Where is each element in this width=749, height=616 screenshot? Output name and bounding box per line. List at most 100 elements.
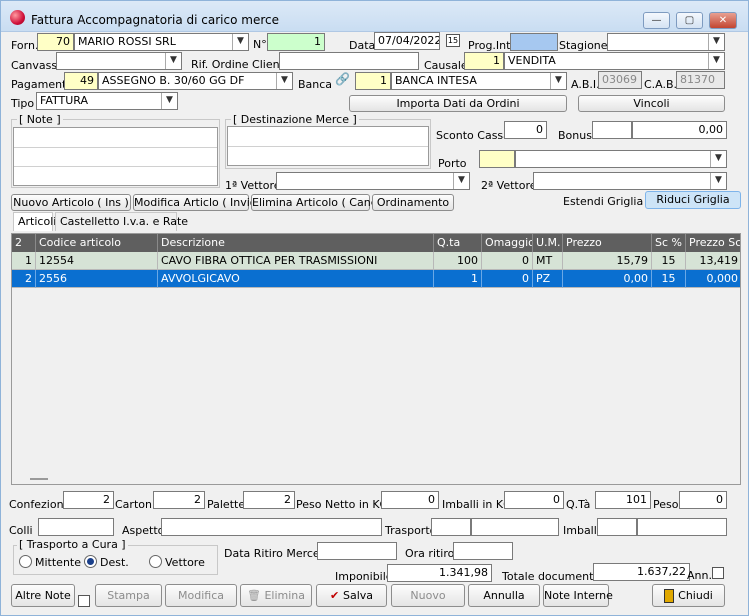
grid-header-cell[interactable]: Prezzo — [563, 234, 652, 252]
date-field[interactable]: 07/04/2022 — [374, 32, 440, 50]
modifica-articolo-button[interactable]: Modifica Articlo ( Invio ) — [133, 194, 264, 211]
vettore2-select[interactable]: ▼ — [533, 172, 727, 190]
grid-header-cell[interactable]: U.M. — [533, 234, 563, 252]
canvass-select[interactable]: ▼ — [56, 52, 182, 70]
mittente-radio[interactable] — [19, 555, 32, 568]
imballi-field[interactable]: 0 — [504, 491, 564, 509]
grid-header-cell[interactable]: Omaggio — [482, 234, 533, 252]
forn-name-select[interactable]: MARIO ROSSI SRL ▼ — [74, 33, 249, 51]
chevron-down-icon[interactable]: ▼ — [232, 34, 248, 50]
data-ritiro-field[interactable] — [317, 542, 397, 560]
banca-code-field[interactable]: 1 — [355, 72, 391, 90]
ora-ritiro-field[interactable] — [453, 542, 513, 560]
ordinamento-button[interactable]: Ordinamento — [372, 194, 454, 211]
table-row[interactable]: 1 12554 CAVO FIBRA OTTICA PER TRASMISSIO… — [12, 252, 740, 270]
peso-netto-label: Peso Netto in KG — [296, 498, 389, 511]
cartoni-field[interactable]: 2 — [153, 491, 205, 509]
elimina-button-label: Elimina — [264, 589, 305, 602]
grid-header-cell[interactable]: Codice articolo — [36, 234, 158, 252]
grid-header-cell[interactable]: 2 — [12, 234, 36, 252]
abi-label: A.B.I. — [571, 78, 600, 91]
chevron-down-icon[interactable]: ▼ — [550, 73, 566, 89]
bonus-field[interactable]: 0,00 — [632, 121, 727, 139]
note-memo[interactable] — [13, 127, 218, 186]
grid-header-cell[interactable]: Q.ta — [434, 234, 482, 252]
rif-ordine-field[interactable] — [279, 52, 419, 70]
minimize-icon[interactable]: — — [643, 12, 670, 29]
close-icon[interactable]: ✕ — [709, 12, 737, 29]
trasporto-field[interactable] — [471, 518, 559, 536]
elimina-button[interactable]: 🗑 Elimina — [240, 584, 312, 607]
imballo-code-field[interactable] — [597, 518, 637, 536]
qta-totale-field[interactable]: 101 — [595, 491, 651, 509]
chevron-down-icon[interactable]: ▼ — [710, 151, 726, 167]
confezioni-field[interactable]: 2 — [63, 491, 114, 509]
imponibile-field[interactable]: 1.341,98 — [387, 564, 492, 582]
chevron-down-icon[interactable]: ▼ — [276, 73, 292, 89]
tab-castelletto[interactable]: Castelletto I.v.a. e Rate — [55, 212, 188, 231]
maximize-icon[interactable]: ▢ — [676, 12, 703, 29]
chevron-down-icon[interactable]: ▼ — [161, 93, 177, 109]
altre-note-button[interactable]: Altre Note — [11, 584, 75, 607]
calendar-icon[interactable]: 15 — [446, 34, 460, 47]
note-interne-button[interactable]: Note Interne — [543, 584, 613, 607]
altre-note-checkbox[interactable] — [78, 595, 90, 607]
aspetto-field[interactable] — [161, 518, 382, 536]
articles-grid[interactable]: 2 Codice articolo Descrizione Q.ta Omagg… — [11, 233, 741, 485]
vincoli-button[interactable]: Vincoli — [578, 95, 725, 112]
causale-select[interactable]: VENDITA ▼ — [504, 52, 725, 70]
ann-checkbox[interactable] — [712, 567, 724, 579]
grid-header-cell[interactable]: Descrizione — [158, 234, 434, 252]
peso-field[interactable]: 0 — [679, 491, 727, 509]
destinazione-memo[interactable] — [227, 126, 429, 166]
chevron-down-icon[interactable]: ▼ — [708, 53, 724, 69]
pagamento-code-field[interactable]: 49 — [64, 72, 98, 90]
vettore1-select[interactable]: ▼ — [276, 172, 470, 190]
stagione-select[interactable]: ▼ — [607, 33, 725, 51]
chiudi-button[interactable]: Chiudi — [652, 584, 725, 607]
elimina-articolo-button[interactable]: Elimina Articolo ( Canc ) — [251, 194, 385, 211]
stampa-button[interactable]: Stampa — [95, 584, 162, 607]
pagamento-select[interactable]: ASSEGNO B. 30/60 GG DF ▼ — [98, 72, 293, 90]
salva-button[interactable]: ✔ Salva — [316, 584, 387, 607]
chevron-down-icon[interactable]: ▼ — [710, 173, 726, 189]
estendi-griglia-button[interactable]: Estendi Griglia — [563, 195, 643, 208]
n-field[interactable]: 1 — [267, 33, 325, 51]
palette-field[interactable]: 2 — [243, 491, 295, 509]
bonus-prefix-field[interactable] — [592, 121, 632, 139]
grid-header-cell[interactable]: Sc % — [652, 234, 686, 252]
forn-code-field[interactable]: 70 — [37, 33, 74, 51]
abi-field[interactable]: 03069 — [598, 71, 642, 89]
trasporto-code-field[interactable] — [431, 518, 471, 536]
vettore-radio[interactable] — [149, 555, 162, 568]
riduci-griglia-button[interactable]: Riduci Griglia — [645, 191, 741, 209]
tipo-select[interactable]: FATTURA ▼ — [36, 92, 178, 110]
modifica-button[interactable]: Modifica — [165, 584, 237, 607]
nuovo-button[interactable]: Nuovo — [391, 584, 465, 607]
link-icon[interactable]: 🔗 — [335, 72, 351, 88]
imballo-field[interactable] — [637, 518, 727, 536]
importa-dati-button[interactable]: Importa Dati da Ordini — [349, 95, 567, 112]
chevron-down-icon[interactable]: ▼ — [453, 173, 469, 189]
banca-select[interactable]: BANCA INTESA ▼ — [391, 72, 567, 90]
peso-netto-field[interactable]: 0 — [381, 491, 439, 509]
porto-select[interactable]: ▼ — [515, 150, 727, 168]
nuovo-articolo-button[interactable]: Nuovo Articolo ( Ins ) — [11, 194, 131, 211]
porto-code-field[interactable] — [479, 150, 515, 168]
colli-field[interactable] — [38, 518, 114, 536]
prezzo-sc-cell: 13,419 — [686, 252, 740, 270]
totale-documento-field[interactable]: 1.637,22 — [593, 563, 690, 581]
causale-code-field[interactable]: 1 — [464, 52, 504, 70]
sconto-cassa-label: Sconto Cassa — [436, 129, 510, 142]
chevron-down-icon[interactable]: ▼ — [165, 53, 181, 69]
dest-radio[interactable] — [84, 555, 97, 568]
tab-articoli[interactable]: Articoli — [13, 212, 56, 231]
chevron-down-icon[interactable]: ▼ — [708, 34, 724, 50]
grid-header-cell[interactable]: Prezzo Sc — [686, 234, 740, 252]
grid-resize-handle[interactable] — [30, 478, 48, 480]
cab-field[interactable]: 81370 — [676, 71, 725, 89]
prog-field[interactable] — [510, 33, 558, 51]
annulla-button[interactable]: Annulla — [468, 584, 540, 607]
sconto-cassa-field[interactable]: 0 — [504, 121, 547, 139]
table-row-selected[interactable]: 2 2556 AVVOLGICAVO 1 0 PZ 0,00 15 0,000 — [12, 270, 740, 288]
